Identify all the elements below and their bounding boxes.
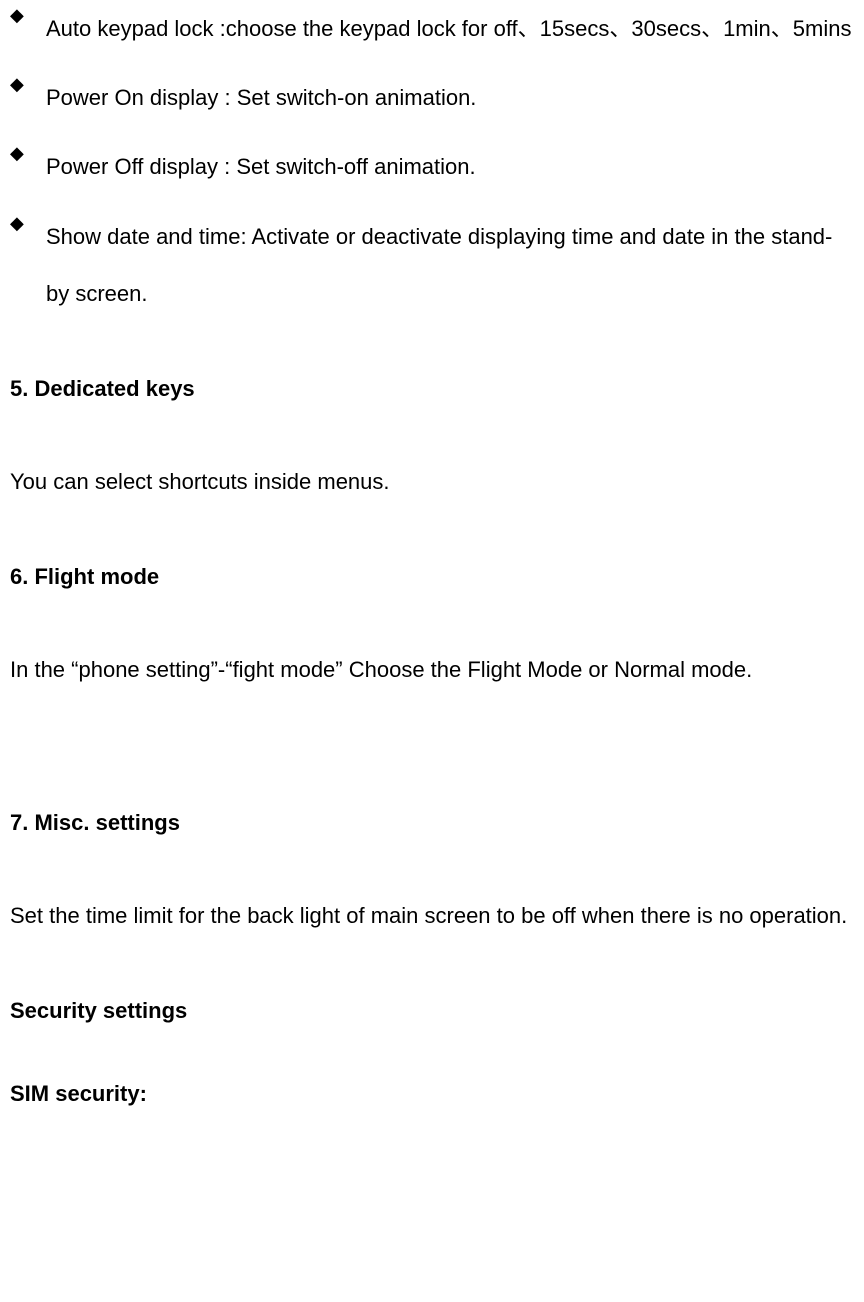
heading-sim-security: SIM security: [10, 1079, 854, 1110]
bullet-item: ◆ Power On display : Set switch-on anima… [10, 69, 854, 126]
diamond-icon: ◆ [10, 69, 46, 100]
paragraph-dedicated-keys: You can select shortcuts inside menus. [10, 453, 854, 510]
diamond-icon: ◆ [10, 208, 46, 239]
bullet-item: ◆ Auto keypad lock :choose the keypad lo… [10, 0, 854, 57]
heading-security-settings: Security settings [10, 996, 854, 1027]
bullet-item: ◆ Power Off display : Set switch-off ani… [10, 138, 854, 195]
bullet-text: Power Off display : Set switch-off anima… [46, 138, 854, 195]
bullet-list: ◆ Auto keypad lock :choose the keypad lo… [10, 0, 854, 322]
diamond-icon: ◆ [10, 0, 46, 31]
paragraph-misc-settings: Set the time limit for the back light of… [10, 887, 854, 944]
heading-misc-settings: 7. Misc. settings [10, 808, 854, 839]
bullet-text: Show date and time: Activate or deactiva… [46, 208, 854, 322]
bullet-text: Auto keypad lock :choose the keypad lock… [46, 0, 854, 57]
heading-dedicated-keys: 5. Dedicated keys [10, 374, 854, 405]
bullet-item: ◆ Show date and time: Activate or deacti… [10, 208, 854, 322]
heading-flight-mode: 6. Flight mode [10, 562, 854, 593]
bullet-text: Power On display : Set switch-on animati… [46, 69, 854, 126]
paragraph-flight-mode: In the “phone setting”-“fight mode” Choo… [10, 641, 854, 698]
diamond-icon: ◆ [10, 138, 46, 169]
